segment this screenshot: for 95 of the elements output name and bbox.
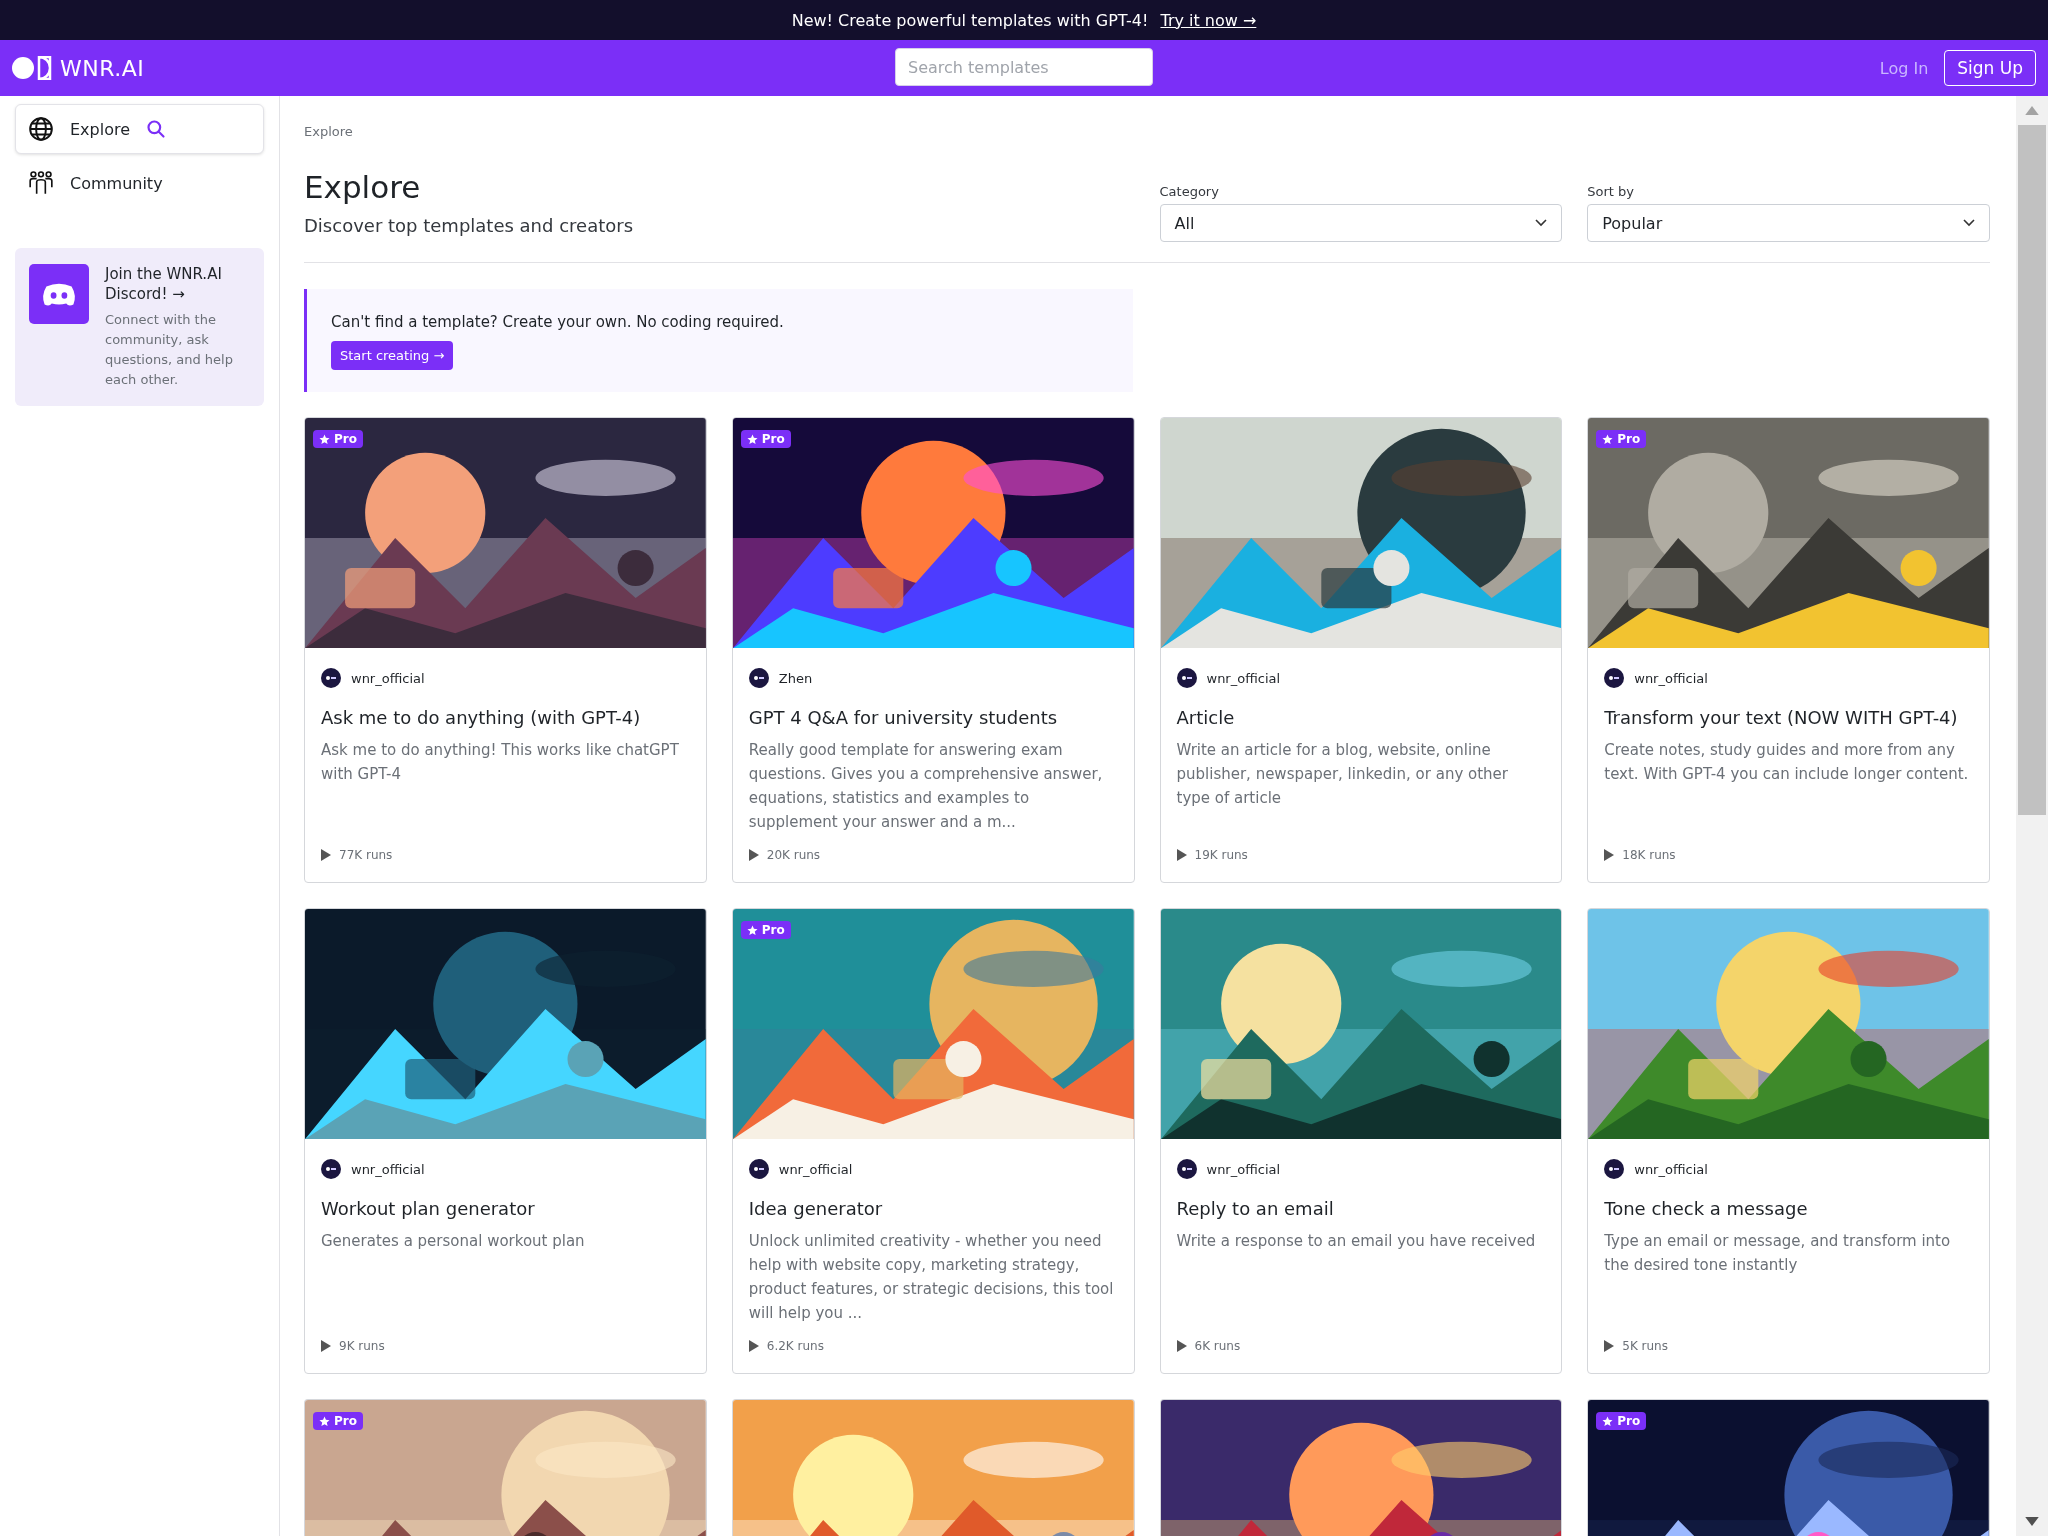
try-it-link[interactable]: Try it now →: [1160, 10, 1257, 30]
run-count: 9K runs: [339, 1339, 385, 1353]
scroll-up-icon[interactable]: [2025, 106, 2039, 115]
author-name[interactable]: wnr_official: [1634, 1161, 1708, 1177]
run-count: 6.2K runs: [766, 1339, 824, 1353]
badge-label: Pro: [1617, 432, 1641, 446]
sign-up-button[interactable]: Sign Up: [1944, 50, 2036, 86]
star-icon: [746, 433, 758, 445]
dropdown[interactable]: Popular: [1587, 204, 1990, 242]
star-icon: [1602, 1415, 1614, 1427]
card-title: Tone check a message: [1604, 1197, 1809, 1221]
people-icon: [28, 170, 54, 196]
play-icon: [1176, 1340, 1187, 1352]
run-count: 77K runs: [339, 848, 393, 862]
badge-label: Pro: [334, 432, 357, 446]
play-icon: [321, 1340, 331, 1352]
template-card[interactable]: wnr_official Tone check a message Type an email or message, and transform into the desired tone instantly 5K runs: [1587, 908, 1990, 1374]
template-card[interactable]: wnr_official Workout plan generator Generates a personal workout plan 9K runs: [304, 908, 707, 1374]
avatar-icon: [1176, 1159, 1197, 1179]
run-count: 5K runs: [1622, 1339, 1668, 1353]
star-icon: [1602, 433, 1614, 445]
field-label: Sort by: [1587, 184, 1635, 199]
card-description: Type an email or message, and transform into the desired tone instantly: [1604, 1231, 1952, 1276]
star-icon: [319, 1415, 330, 1427]
discord-link[interactable]: Join the WNR.AI Discord! →: [105, 264, 250, 304]
play-icon: [748, 1340, 759, 1352]
avatar-icon: [748, 668, 769, 688]
badge-label: Pro: [1617, 1414, 1641, 1428]
author-name[interactable]: wnr_official: [778, 1161, 853, 1177]
search-field[interactable]: Search templates: [895, 48, 1153, 86]
play-icon: [748, 849, 759, 861]
play-icon: [1604, 1340, 1615, 1352]
author-name[interactable]: wnr_official: [1206, 1161, 1281, 1177]
logo-icon: [12, 56, 52, 80]
template-card[interactable]: Pro wnr_official Transform your text (NOW WITH GPT-4) Create notes, study guides and more from any text. With GPT-4 you can include longer content. 18K runs: [1587, 417, 1990, 883]
chevron-down-icon: [1535, 219, 1548, 227]
scroll-down-icon[interactable]: [2025, 1517, 2039, 1526]
template-card[interactable]: wnr_official Reply to an email Write a response to an email you have received 6K runs: [1159, 908, 1563, 1374]
template-card[interactable]: Pro wnr_official Ask me to do anything (with GPT-4) Ask me to do anything! This works like chatGPT with GPT-4 77K runs: [304, 417, 707, 883]
avatar-icon: [1176, 668, 1197, 688]
promo-text: Connect with the community, ask questions, and help each other.: [105, 311, 234, 389]
play-icon: [321, 849, 331, 861]
author-name[interactable]: wnr_official: [351, 670, 425, 686]
run-count: 18K runs: [1622, 848, 1676, 862]
author-name[interactable]: wnr_official: [1206, 670, 1281, 686]
dropdown[interactable]: All: [1159, 204, 1563, 242]
avatar-icon: [321, 1159, 341, 1179]
card-title: Article: [1176, 706, 1236, 730]
run-count: 6K runs: [1194, 1339, 1241, 1353]
announcement-text: New! Create powerful templates with GPT-4!: [791, 10, 1149, 30]
card-description: Ask me to do anything! This works like chatGPT with GPT-4: [321, 740, 680, 785]
card-description: Create notes, study guides and more from any text. With GPT-4 you can include longer content.: [1604, 740, 1970, 785]
card-description: Write a response to an email you have received: [1176, 1231, 1537, 1252]
scrollbar[interactable]: [2016, 96, 2048, 1536]
run-count: 20K runs: [766, 848, 821, 862]
card-description: Unlock unlimited creativity - whether you need help with website copy, marketing strategy, product features, or strategic decisions, this tool will help you ...: [748, 1231, 1115, 1324]
template-card[interactable]: wnr_official Article Write an article for a blog, website, online publisher, newspaper, linkedin, or any other type of article 19K runs: [1159, 417, 1563, 883]
card-title: Idea generator: [748, 1197, 884, 1221]
page-title: Explore: [304, 169, 422, 205]
start-creating-button[interactable]: Start creating →: [331, 341, 454, 370]
template-card[interactable]: [731, 417, 1135, 883]
card-description: Really good template for answering exam questions. Gives you a comprehensive answer, equations, statistics and examples to supplement your answer and a m...: [748, 740, 1104, 833]
card-description: Generates a personal workout plan: [321, 1231, 586, 1252]
chevron-down-icon: [1963, 219, 1975, 227]
badge-label: Pro: [761, 432, 785, 446]
card-title: GPT 4 Q&A for university students: [748, 706, 1059, 730]
sidebar-item[interactable]: Explore: [15, 104, 264, 154]
avatar-icon: [1604, 1159, 1625, 1179]
avatar-icon: [748, 1159, 769, 1179]
globe-icon: [28, 116, 54, 142]
author-name[interactable]: wnr_official: [351, 1161, 425, 1177]
author-name[interactable]: Zhen: [778, 670, 813, 686]
search-icon: [146, 119, 167, 139]
scroll-thumb[interactable]: [2018, 125, 2046, 815]
field-label: Category: [1159, 184, 1220, 199]
play-icon: [1176, 849, 1187, 861]
card-title: Workout plan generator: [321, 1197, 536, 1221]
star-icon: [746, 924, 758, 936]
run-count: 19K runs: [1194, 848, 1248, 862]
card-description: Write an article for a blog, website, online publisher, newspaper, linkedin, or any other type of article: [1176, 740, 1509, 809]
badge-label: Pro: [334, 1414, 357, 1428]
badge-label: Pro: [761, 923, 785, 937]
page-subtitle: Discover top templates and creators: [304, 215, 634, 236]
card-title: Transform your text (NOW WITH GPT-4): [1604, 706, 1959, 730]
card-title: Ask me to do anything (with GPT-4): [321, 706, 642, 730]
avatar-icon: [321, 668, 341, 688]
star-icon: [319, 433, 330, 445]
sidebar-item[interactable]: Community: [15, 158, 264, 208]
cta-text: Can't find a template? Create your own. No coding required.: [331, 313, 785, 331]
play-icon: [1604, 849, 1615, 861]
brand-name[interactable]: WNR.AI: [60, 55, 145, 81]
breadcrumb[interactable]: Explore: [304, 124, 1990, 139]
card-title: Reply to an email: [1176, 1197, 1335, 1221]
author-name[interactable]: wnr_official: [1634, 670, 1708, 686]
avatar-icon: [1604, 668, 1625, 688]
